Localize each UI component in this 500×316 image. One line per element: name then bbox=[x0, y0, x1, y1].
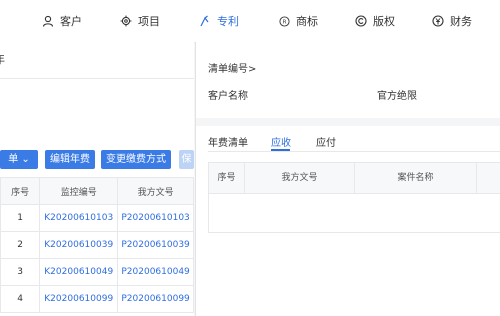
table-header-row: 序号 监控编号 我方文号 bbox=[0, 177, 194, 205]
nav-label: 客户 bbox=[60, 15, 82, 28]
row-index: 4 bbox=[0, 285, 41, 313]
nav-label: 版权 bbox=[373, 15, 395, 28]
edit-fee-button[interactable]: 编辑年费 bbox=[45, 150, 95, 169]
client-name-label: 客户名称 bbox=[208, 91, 248, 102]
section-divider bbox=[196, 118, 500, 126]
our-ref-link[interactable]: P20200610049 bbox=[117, 258, 194, 286]
user-icon bbox=[42, 15, 54, 27]
monitor-number-link[interactable]: K20200610049 bbox=[39, 258, 119, 286]
fee-table: 序号 监控编号 我方文号 1 K20200610103 P20200610103… bbox=[0, 177, 194, 313]
monitor-number-link[interactable]: K20200610103 bbox=[39, 204, 119, 232]
change-payment-method-button[interactable]: 变更缴费方式 bbox=[101, 150, 171, 169]
tab-payable[interactable]: 应付 bbox=[316, 134, 336, 149]
patent-icon bbox=[200, 15, 209, 27]
active-tab-indicator bbox=[271, 149, 290, 151]
table-row[interactable]: 3 K20200610049 P20200610049 bbox=[0, 258, 194, 286]
table-row[interactable]: 4 K20200610099 P20200610099 bbox=[0, 285, 194, 313]
left-panel-header: 年 bbox=[0, 42, 194, 79]
our-ref-link[interactable]: P20200610039 bbox=[117, 231, 194, 259]
column-header: 序号 bbox=[209, 163, 245, 193]
row-index: 2 bbox=[0, 231, 41, 259]
truncated-button[interactable]: 保 bbox=[179, 150, 194, 169]
trademark-icon: R bbox=[279, 15, 290, 27]
nav-item-finance[interactable]: 财务 bbox=[432, 12, 472, 30]
column-header: 监控编号 bbox=[39, 177, 119, 205]
nav-label: 项目 bbox=[138, 15, 160, 28]
our-ref-link[interactable]: P20200610099 bbox=[117, 285, 194, 313]
tab-receivable[interactable]: 应收 bbox=[271, 134, 291, 149]
tabs-baseline bbox=[208, 151, 500, 152]
column-header-overflow bbox=[477, 163, 500, 193]
monitor-number-link[interactable]: K20200610039 bbox=[39, 231, 119, 259]
table-row[interactable]: 2 K20200610039 P20200610039 bbox=[0, 231, 194, 259]
nav-label: 财务 bbox=[450, 15, 472, 28]
row-index: 1 bbox=[0, 204, 41, 232]
column-header: 我方文号 bbox=[245, 163, 355, 193]
gear-icon bbox=[120, 15, 132, 27]
nav-item-clients[interactable]: 客户 bbox=[42, 12, 82, 30]
copyright-icon bbox=[355, 15, 367, 27]
detail-drawer: 清单编号> 客户名称 官方绝限 年费清单 应收 应付 序号 我方文号 案件名称 bbox=[195, 42, 500, 316]
column-header: 序号 bbox=[0, 177, 41, 205]
top-navigation: 客户 项目 专利 R 商标 版权 财务 bbox=[0, 0, 500, 43]
table-header-row: 序号 我方文号 案件名称 bbox=[209, 163, 500, 194]
nav-item-copyright[interactable]: 版权 bbox=[355, 12, 395, 30]
row-index: 3 bbox=[0, 258, 41, 286]
nav-item-patents[interactable]: 专利 bbox=[199, 12, 239, 30]
table-row[interactable]: 1 K20200610103 P20200610103 bbox=[0, 204, 194, 232]
batch-dropdown-button[interactable]: 单 ⌄ bbox=[0, 150, 38, 169]
nav-label: 商标 bbox=[296, 15, 318, 28]
official-deadline-label: 官方绝限 bbox=[377, 91, 417, 102]
receivable-table: 序号 我方文号 案件名称 bbox=[208, 162, 500, 233]
nav-label: 专利 bbox=[217, 15, 239, 28]
nav-item-projects[interactable]: 项目 bbox=[120, 12, 160, 30]
column-header: 案件名称 bbox=[355, 163, 477, 193]
nav-item-trademarks[interactable]: R 商标 bbox=[279, 12, 318, 30]
monitor-number-link[interactable]: K20200610099 bbox=[39, 285, 119, 313]
our-ref-link[interactable]: P20200610103 bbox=[117, 204, 194, 232]
column-header: 我方文号 bbox=[117, 177, 194, 205]
finance-icon bbox=[432, 15, 444, 27]
left-header-text: 年 bbox=[0, 51, 5, 67]
list-number-label[interactable]: 清单编号> bbox=[208, 60, 256, 75]
svg-text:R: R bbox=[283, 19, 287, 25]
tab-annual-fee-list[interactable]: 年费清单 bbox=[208, 134, 248, 149]
